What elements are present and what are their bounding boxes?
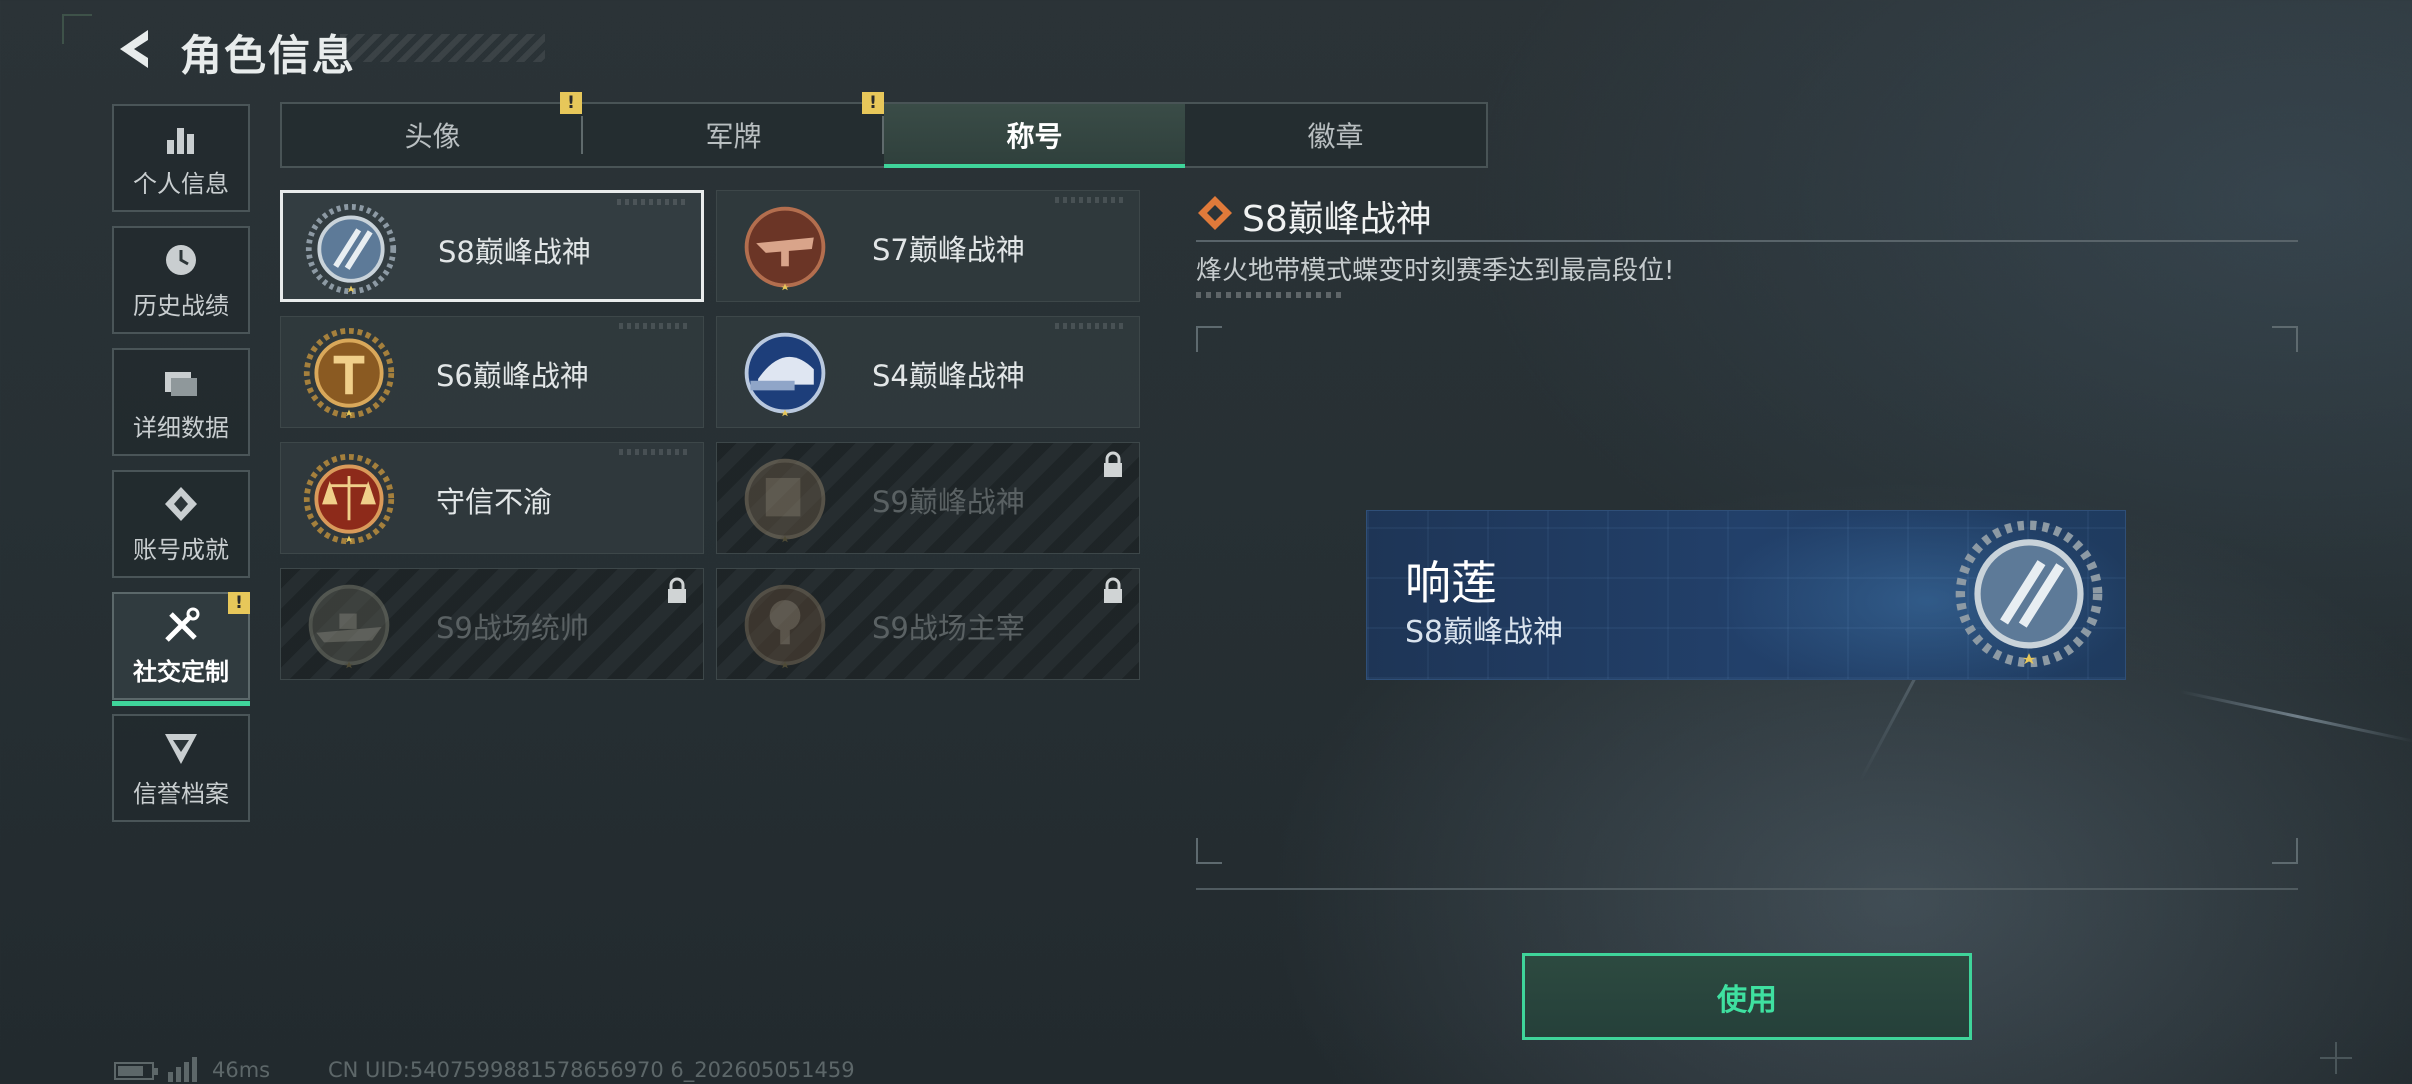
background-streak xyxy=(2179,690,2412,743)
title-preview-banner: 响莲 S8巅峰战神 xyxy=(1366,510,2126,680)
frame-corner xyxy=(2272,838,2298,864)
tab-label: 徽章 xyxy=(1307,120,1364,153)
scales-medal-icon xyxy=(303,453,395,545)
sidebar-item-label: 历史战绩 xyxy=(133,291,229,320)
page-title: 角色信息 xyxy=(180,31,357,80)
s7-medal-icon xyxy=(744,206,826,291)
lock-icon xyxy=(668,577,686,603)
bar-chart-icon xyxy=(167,127,194,154)
sidebar-item-achievements[interactable]: 账号成就 xyxy=(112,470,250,578)
divider xyxy=(1196,888,2298,890)
crosshair-icon xyxy=(2320,1042,2352,1074)
diamond-title-icon xyxy=(1198,196,1232,230)
tab-avatar[interactable]: 头像 xyxy=(282,104,583,166)
folder-icon xyxy=(165,371,197,396)
uid-readout: CN UID:5407599881578656970 6_20260505145… xyxy=(328,1058,855,1082)
tab-military-tag[interactable]: 军牌 xyxy=(583,104,884,166)
use-button[interactable]: 使用 xyxy=(1522,953,1972,1040)
s6-medal-icon xyxy=(303,327,395,419)
sidebar-item-label: 账号成就 xyxy=(133,535,229,564)
tab-label: 称号 xyxy=(1006,120,1063,153)
card-decoration xyxy=(1055,323,1125,329)
sidebar-item-detailed-data[interactable]: 详细数据 xyxy=(112,348,250,456)
title-card-locked[interactable]: S9战场统帅 xyxy=(280,568,704,680)
s9-medal-icon xyxy=(744,458,826,543)
sidebar-item-personal-info[interactable]: 个人信息 xyxy=(112,104,250,212)
card-decoration xyxy=(619,449,689,455)
detail-decoration xyxy=(1196,292,1346,298)
title-card-locked[interactable]: S9战场主宰 xyxy=(716,568,1140,680)
s4-medal-icon xyxy=(744,332,826,417)
corner-bracket xyxy=(62,14,92,44)
title-card-name: S7巅峰战神 xyxy=(872,233,1025,267)
frame-corner xyxy=(2272,326,2298,352)
frame-corner xyxy=(1196,326,1222,352)
signal-icon xyxy=(168,1057,197,1082)
explosion-medal-icon xyxy=(744,584,826,669)
battery-icon xyxy=(114,1062,158,1080)
title-card[interactable]: S4巅峰战神 xyxy=(716,316,1140,428)
title-card[interactable]: S7巅峰战神 xyxy=(716,190,1140,302)
title-card[interactable]: S8巅峰战神 xyxy=(280,190,704,302)
sidebar-item-social-customization[interactable]: 社交定制 ! xyxy=(112,592,250,706)
card-decoration xyxy=(1055,197,1125,203)
warning-badge: ! xyxy=(560,92,582,114)
sidebar-item-label: 详细数据 xyxy=(133,413,229,442)
title-card-name: S9巅峰战神 xyxy=(872,485,1025,519)
achievement-icon xyxy=(165,486,197,521)
title-card-name: S4巅峰战神 xyxy=(872,359,1025,393)
card-decoration xyxy=(619,323,689,329)
title-card[interactable]: 守信不渝 xyxy=(280,442,704,554)
sidebar-item-label: 个人信息 xyxy=(133,169,229,198)
sidebar-item-label: 信誉档案 xyxy=(133,779,229,808)
detail-title: S8巅峰战神 xyxy=(1242,199,1432,240)
shield-chevron-icon xyxy=(165,733,197,764)
sidebar-item-match-history[interactable]: 历史战绩 xyxy=(112,226,250,334)
lock-icon xyxy=(1104,577,1122,603)
title-card-name: S6巅峰战神 xyxy=(436,359,589,393)
warning-badge: ! xyxy=(862,92,884,114)
sidebar-item-credit-record[interactable]: 信誉档案 xyxy=(112,714,250,822)
card-decoration xyxy=(617,199,687,205)
title-hatch-decoration xyxy=(340,34,545,62)
title-card-name: 守信不渝 xyxy=(436,485,553,519)
ping-readout: 46ms xyxy=(212,1058,271,1082)
sidebar-item-label: 社交定制 xyxy=(133,657,229,686)
tab-badge[interactable]: 徽章 xyxy=(1185,104,1486,166)
warship-medal-icon xyxy=(308,584,390,669)
divider xyxy=(1196,240,2298,242)
title-card-name: S9战场统帅 xyxy=(436,611,589,645)
preview-player-name: 响莲 xyxy=(1405,556,1497,610)
warning-badge: ! xyxy=(228,592,250,614)
tab-bar: 头像 军牌 称号 徽章 xyxy=(280,102,1488,168)
title-card[interactable]: S6巅峰战神 xyxy=(280,316,704,428)
title-card-name: S8巅峰战神 xyxy=(438,235,591,269)
tab-title[interactable]: 称号 xyxy=(884,104,1185,168)
s8-medal-icon xyxy=(305,203,397,295)
tab-label: 头像 xyxy=(404,120,461,153)
tools-icon xyxy=(165,607,200,642)
title-card-locked[interactable]: S9巅峰战神 xyxy=(716,442,1140,554)
detail-description: 烽火地带模式蝶变时刻赛季达到最高段位! xyxy=(1196,256,1675,286)
preview-title: S8巅峰战神 xyxy=(1405,615,1564,650)
clock-history-icon xyxy=(166,244,196,275)
lock-icon xyxy=(1104,451,1122,477)
tab-label: 军牌 xyxy=(705,120,762,153)
title-card-name: S9战场主宰 xyxy=(872,611,1025,645)
frame-corner xyxy=(1196,838,1222,864)
s8-medal-icon xyxy=(1955,520,2103,668)
back-arrow-icon[interactable] xyxy=(112,26,158,72)
